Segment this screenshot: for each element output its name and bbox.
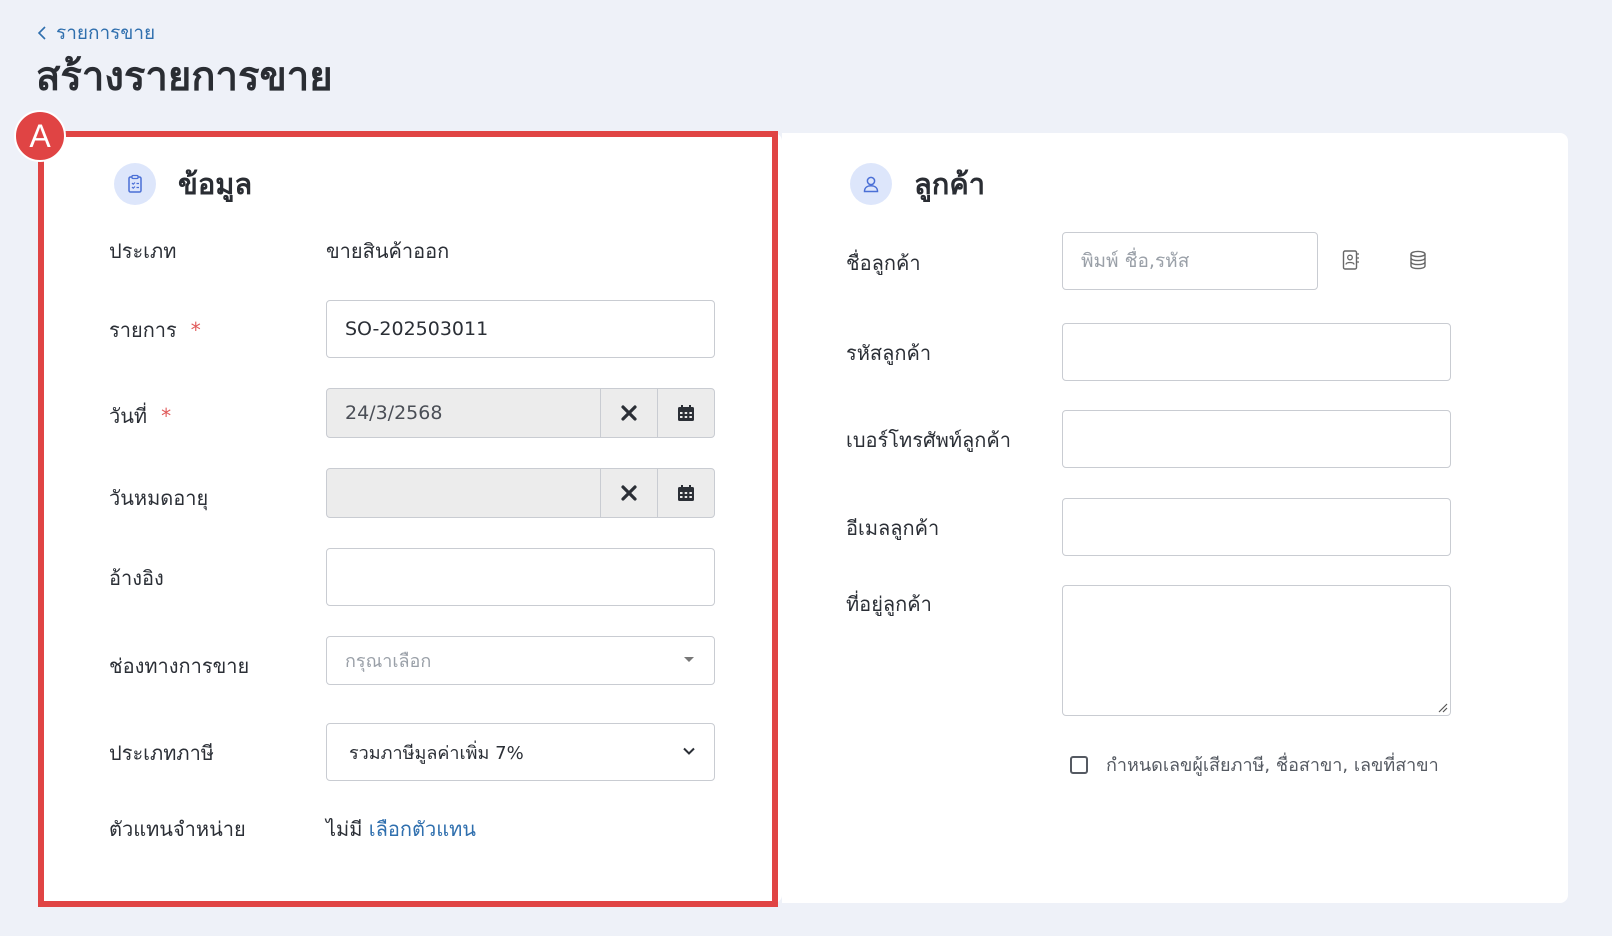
- customer-section-header: ลูกค้า: [850, 161, 985, 207]
- clear-expire-button[interactable]: [600, 469, 657, 517]
- required-mark: *: [161, 404, 172, 428]
- customer-email-label: อีเมลลูกค้า: [846, 516, 940, 540]
- expire-calendar-button[interactable]: [657, 469, 714, 517]
- close-icon: [621, 405, 637, 421]
- close-icon: [621, 485, 637, 501]
- agent-value: ไม่มี เลือกตัวแทน: [326, 813, 476, 845]
- contact-book-icon: [1342, 250, 1359, 270]
- customer-name-label: ชื่อลูกค้า: [846, 251, 921, 275]
- customer-code-label: รหัสลูกค้า: [846, 341, 932, 365]
- tax-id-checkbox-row: กำหนดเลขผู้เสียภาษี, ชื่อสาขา, เลขที่สาข…: [1070, 750, 1439, 779]
- database-icon: [1410, 250, 1426, 270]
- chevron-down-icon: [682, 742, 696, 763]
- customer-code-input[interactable]: [1062, 323, 1451, 381]
- customer-address-textarea[interactable]: [1062, 585, 1451, 716]
- info-section-title: ข้อมูล: [178, 167, 253, 201]
- channel-select[interactable]: กรุณาเลือก: [326, 636, 715, 685]
- tax-id-checkbox-label[interactable]: กำหนดเลขผู้เสียภาษี, ชื่อสาขา, เลขที่สาข…: [1106, 750, 1439, 779]
- caret-down-icon: [682, 650, 696, 671]
- expire-date-input[interactable]: [327, 469, 600, 517]
- customer-email-input[interactable]: [1062, 498, 1451, 556]
- type-value: ขายสินค้าออก: [326, 239, 450, 263]
- resize-handle-icon[interactable]: [1436, 701, 1448, 713]
- database-button[interactable]: [1403, 245, 1433, 275]
- tax-type-value: รวมภาษีมูลค่าเพิ่ม 7%: [349, 742, 524, 764]
- customer-phone-input[interactable]: [1062, 410, 1451, 468]
- user-icon: [850, 163, 892, 205]
- tax-type-label: ประเภทภาษี: [109, 741, 214, 765]
- clipboard-icon: [114, 163, 156, 205]
- customer-section-title: ลูกค้า: [914, 167, 986, 201]
- doc-number-input[interactable]: SO-202503011: [326, 300, 715, 358]
- calendar-button[interactable]: [657, 389, 714, 437]
- calendar-icon: [678, 405, 694, 421]
- doc-label: รายการ *: [109, 318, 201, 342]
- contact-book-button[interactable]: [1336, 245, 1366, 275]
- tax-id-checkbox[interactable]: [1070, 755, 1088, 774]
- clear-date-button[interactable]: [600, 389, 657, 437]
- select-agent-link[interactable]: เลือกตัวแทน: [369, 817, 476, 841]
- expire-date-picker: [326, 468, 715, 518]
- reference-input[interactable]: [326, 548, 715, 606]
- chevron-left-icon: [37, 26, 46, 40]
- tax-type-select[interactable]: รวมภาษีมูลค่าเพิ่ม 7%: [326, 723, 715, 781]
- agent-label: ตัวแทนจำหน่าย: [109, 817, 246, 841]
- type-label: ประเภท: [109, 239, 177, 263]
- customer-phone-label: เบอร์โทรศัพท์ลูกค้า: [846, 428, 1011, 452]
- annotation-marker: A: [14, 110, 66, 162]
- ref-label: อ้างอิง: [109, 566, 164, 590]
- customer-name-input[interactable]: พิมพ์ ชื่อ,รหัส: [1062, 232, 1318, 290]
- expire-label: วันหมดอายุ: [109, 486, 209, 510]
- date-picker: 24/3/2568: [326, 388, 715, 438]
- agent-none-text: ไม่มี: [326, 817, 363, 841]
- customer-address-label: ที่อยู่ลูกค้า: [846, 592, 932, 616]
- date-input[interactable]: 24/3/2568: [327, 389, 600, 437]
- calendar-icon: [678, 485, 694, 501]
- page-title: สร้างรายการขาย: [36, 54, 333, 100]
- required-mark: *: [190, 318, 201, 342]
- channel-label: ช่องทางการขาย: [109, 654, 250, 678]
- info-section-header: ข้อมูล: [114, 161, 252, 207]
- channel-placeholder: กรุณาเลือก: [345, 651, 432, 672]
- date-label: วันที่ *: [109, 404, 172, 428]
